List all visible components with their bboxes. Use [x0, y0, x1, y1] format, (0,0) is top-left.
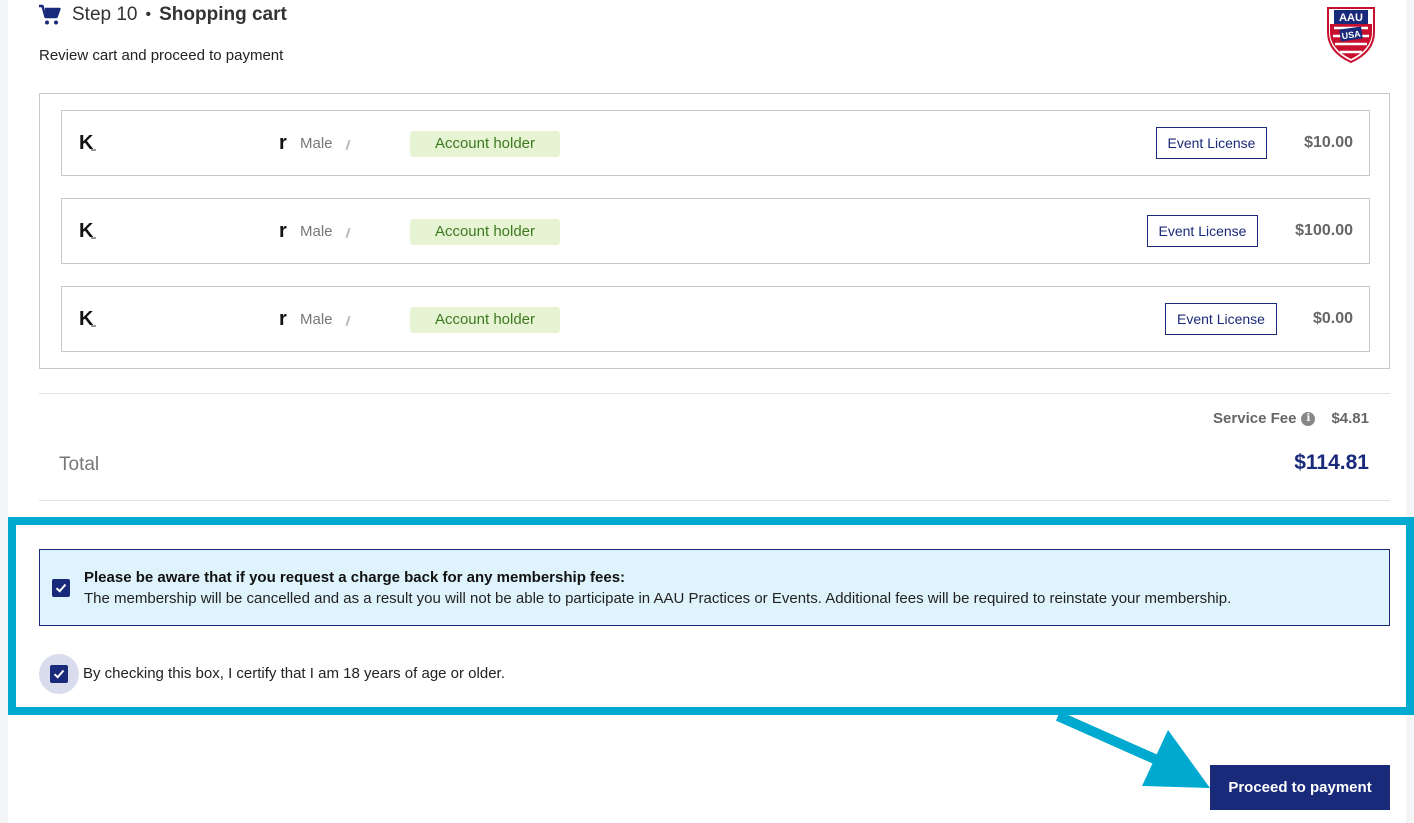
divider: [39, 500, 1390, 501]
redacted-mark: [345, 227, 351, 239]
cart-item: K r Male Account holder Event License $0…: [61, 286, 1370, 352]
checkmark-icon: [55, 583, 67, 593]
total-value: $114.81: [1294, 451, 1369, 474]
member-first-initial: K: [79, 308, 94, 330]
aau-usa-logo: AAU USA: [1327, 7, 1375, 64]
member-gender: Male: [300, 135, 333, 152]
account-holder-badge: Account holder: [410, 131, 560, 157]
info-icon[interactable]: i: [1301, 411, 1316, 426]
service-fee-value: $4.81: [1331, 410, 1369, 427]
step-label: Step 10: [72, 4, 138, 25]
page-subtitle: Review cart and proceed to payment: [39, 47, 284, 64]
service-fee-row: Service Fee i $4.81: [1213, 410, 1369, 427]
page-title: Shopping cart: [159, 4, 287, 25]
redacted-mark: [345, 139, 351, 151]
chargeback-notice: Please be aware that if you request a ch…: [39, 549, 1390, 626]
event-license-button[interactable]: Event License: [1147, 215, 1258, 247]
cart-list: K r Male Account holder Event License $1…: [39, 93, 1390, 369]
redacted-mark: [91, 237, 96, 239]
cart-item: K r Male Account holder Event License $1…: [61, 198, 1370, 264]
service-fee-label: Service Fee: [1213, 410, 1297, 427]
arrow-icon: [1055, 711, 1210, 788]
age-certify-label[interactable]: By checking this box, I certify that I a…: [83, 665, 505, 682]
chargeback-checkbox[interactable]: [52, 579, 70, 597]
shopping-cart-icon: [39, 4, 61, 25]
age-checkbox-wrapper: [39, 654, 79, 694]
item-price: $10.00: [1304, 134, 1353, 151]
member-gender: Male: [300, 223, 333, 240]
chargeback-body: The membership will be cancelled and as …: [84, 590, 1232, 607]
member-first-initial: K: [79, 220, 94, 242]
step-separator: •: [145, 6, 152, 23]
step-header: Step 10 • Shopping cart: [38, 4, 287, 26]
member-last-initial: r: [279, 308, 287, 330]
proceed-to-payment-button[interactable]: Proceed to payment: [1210, 765, 1390, 810]
item-price: $0.00: [1312, 310, 1353, 327]
account-holder-badge: Account holder: [410, 219, 560, 245]
event-license-button[interactable]: Event License: [1156, 127, 1267, 159]
redacted-mark: [91, 149, 96, 151]
member-gender: Male: [300, 311, 333, 328]
account-holder-badge: Account holder: [410, 307, 560, 333]
divider: [39, 393, 1390, 394]
redacted-mark: [91, 325, 96, 327]
event-license-button[interactable]: Event License: [1165, 303, 1277, 335]
total-label: Total: [59, 454, 100, 475]
member-last-initial: r: [279, 220, 287, 242]
redacted-mark: [345, 315, 351, 327]
member-first-initial: K: [79, 132, 94, 154]
item-price: $100.00: [1295, 222, 1353, 239]
member-last-initial: r: [279, 132, 287, 154]
cart-item: K r Male Account holder Event License $1…: [61, 110, 1370, 176]
age-checkbox[interactable]: [50, 665, 68, 683]
chargeback-title: Please be aware that if you request a ch…: [84, 569, 626, 586]
svg-text:AAU: AAU: [1339, 12, 1363, 24]
checkmark-icon: [53, 669, 65, 679]
